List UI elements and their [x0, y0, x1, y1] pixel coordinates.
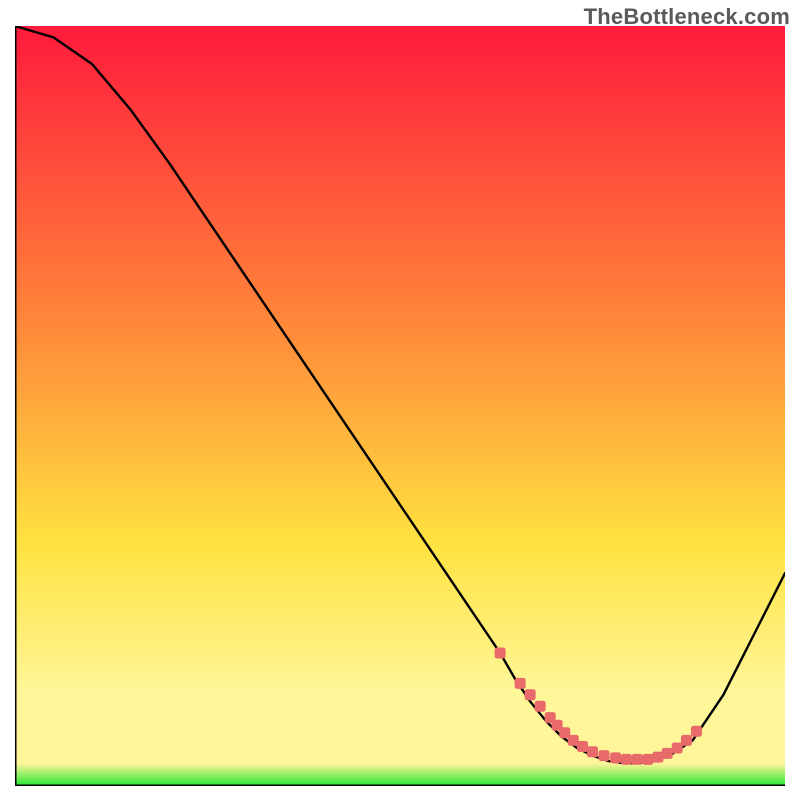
- bottleneck-chart: [15, 26, 785, 786]
- marker-point: [535, 701, 546, 712]
- watermark-text: TheBottleneck.com: [584, 4, 790, 30]
- marker-point: [662, 748, 673, 759]
- marker-point: [642, 754, 653, 765]
- marker-point: [587, 746, 598, 757]
- marker-point: [599, 750, 610, 761]
- marker-point: [525, 689, 536, 700]
- marker-point: [577, 741, 588, 752]
- marker-point: [495, 648, 506, 659]
- chart-svg: [15, 26, 785, 786]
- marker-point: [621, 754, 632, 765]
- marker-point: [515, 678, 526, 689]
- marker-point: [610, 752, 621, 763]
- marker-point: [632, 754, 643, 765]
- marker-point: [672, 743, 683, 754]
- marker-point: [691, 726, 702, 737]
- gradient-background: [15, 26, 785, 786]
- marker-point: [681, 735, 692, 746]
